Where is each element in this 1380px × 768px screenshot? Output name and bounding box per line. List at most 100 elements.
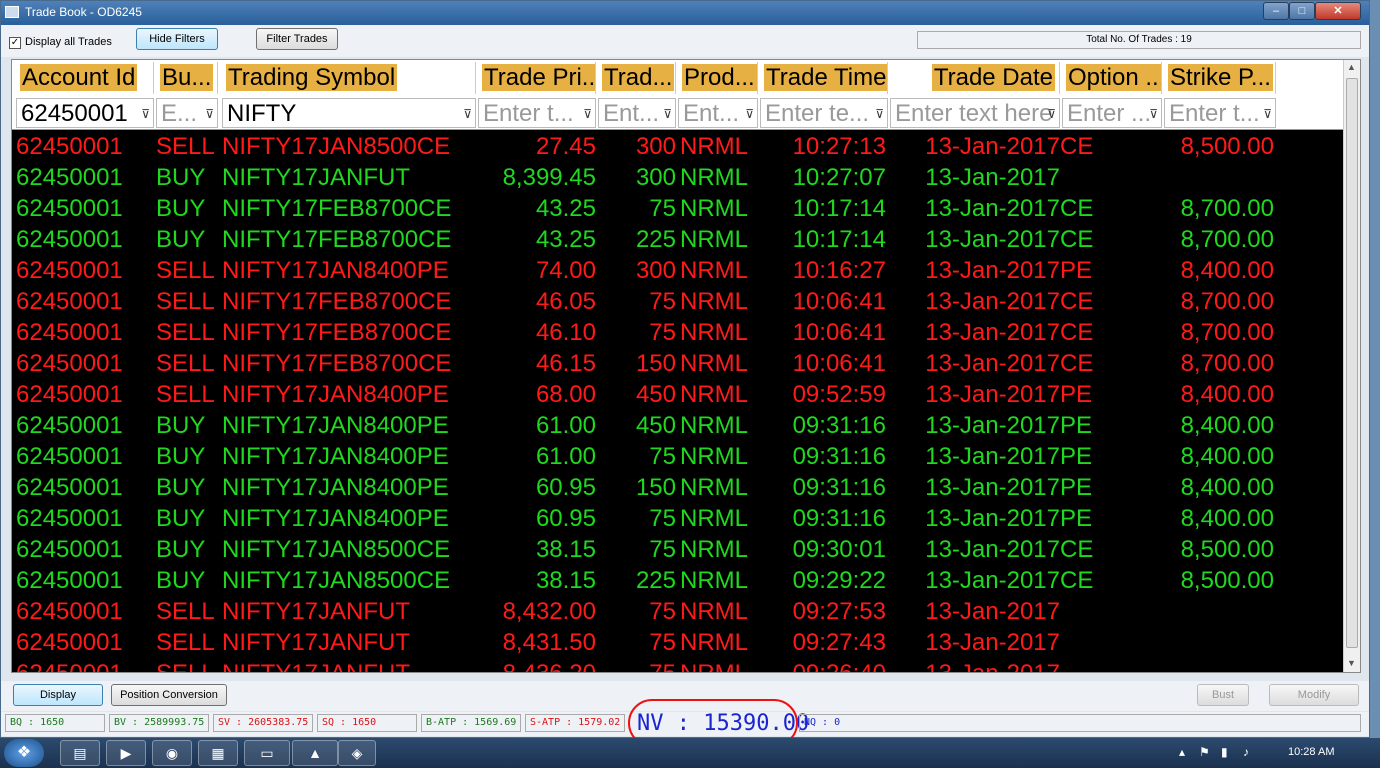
cell-bs: BUY [156, 474, 206, 501]
column-header-price[interactable]: Trade Pri... [478, 62, 596, 94]
media-player-icon[interactable]: ▶ [106, 740, 146, 766]
filter-input-prod[interactable]: Ent... ⊽ [678, 98, 758, 128]
close-button[interactable]: ✕ [1315, 2, 1361, 20]
filter-input-date[interactable]: Enter text here ⊽ [890, 98, 1060, 128]
cell-price: 74.00 [535, 257, 596, 284]
scrollbar-thumb[interactable] [1346, 78, 1358, 648]
table-row[interactable]: 62450001 SELL NIFTY17JAN8400PE 68.00 450 NRML… [12, 379, 1343, 410]
cell-account: 62450001 [16, 474, 123, 501]
volume-icon[interactable]: ♪ [1243, 745, 1249, 759]
cell-bs: SELL [156, 381, 215, 408]
column-header-prod[interactable]: Prod... [678, 62, 758, 94]
table-row[interactable]: 62450001 SELL NIFTY17JANFUT 8,432.00 75 NRML 0… [12, 596, 1343, 627]
cell-date: 13-Jan-2017 [925, 629, 1060, 656]
table-row[interactable]: 62450001 SELL NIFTY17JAN8400PE 74.00 300 NRML… [12, 255, 1343, 286]
cell-qty: 150 [635, 474, 676, 501]
trades-grid[interactable]: Account Id Bu... Trading Symbol Trade Pri..… [11, 59, 1361, 673]
excel-icon[interactable]: ▦ [198, 740, 238, 766]
trading-app-icon[interactable]: ◈ [338, 740, 376, 766]
cell-symbol: NIFTY17JAN8400PE [222, 381, 449, 408]
table-row[interactable]: 62450001 BUY NIFTY17JANFUT 8,399.45 300 NRML 1… [12, 162, 1343, 193]
cell-symbol: NIFTY17JANFUT [222, 629, 411, 656]
chrome-icon[interactable]: ◉ [152, 740, 192, 766]
funnel-icon[interactable]: ⊽ [141, 107, 150, 121]
scroll-up-icon[interactable]: ▲ [1347, 62, 1356, 72]
filter-trades-button[interactable]: Filter Trades [256, 28, 338, 50]
table-row[interactable]: 62450001 BUY NIFTY17JAN8400PE 61.00 450 NRML 0… [12, 410, 1343, 441]
column-header-time[interactable]: Trade Time [760, 62, 888, 94]
triangle-app-icon[interactable]: ▲ [292, 740, 338, 766]
funnel-icon[interactable]: ⊽ [745, 107, 754, 121]
funnel-icon[interactable]: ⊽ [583, 107, 592, 121]
funnel-icon[interactable]: ⊽ [205, 107, 214, 121]
filter-input-price[interactable]: Enter t... ⊽ [478, 98, 596, 128]
signal-bars-icon[interactable]: ▮ [1221, 745, 1228, 759]
table-row[interactable]: 62450001 SELL NIFTY17FEB8700CE 46.15 150 NRML… [12, 348, 1343, 379]
filter-input-opt[interactable]: Enter ... ⊽ [1062, 98, 1162, 128]
funnel-icon[interactable]: ⊽ [1149, 107, 1158, 121]
table-row[interactable]: 62450001 SELL NIFTY17JAN8500CE 27.45 300 NRML… [12, 131, 1343, 162]
bust-button[interactable]: Bust [1197, 684, 1249, 706]
filter-input-time[interactable]: Enter te... ⊽ [760, 98, 888, 128]
cell-time: 09:29:22 [792, 567, 886, 594]
funnel-icon[interactable]: ⊽ [1047, 107, 1056, 121]
cell-prod: NRML [680, 381, 749, 408]
column-header-label: Strike P... [1168, 64, 1273, 91]
column-header-qty[interactable]: Trad... [598, 62, 676, 94]
cell-symbol: NIFTY17JAN8500CE [222, 567, 451, 594]
filter-input-account[interactable]: 62450001 ⊽ [16, 98, 154, 128]
hide-filters-button[interactable]: Hide Filters [136, 28, 218, 50]
column-header-symbol[interactable]: Trading Symbol [222, 62, 476, 94]
column-header-bs[interactable]: Bu... [156, 62, 218, 94]
vertical-scrollbar[interactable]: ▲ ▼ [1343, 60, 1360, 672]
table-row[interactable]: 62450001 BUY NIFTY17JAN8400PE 60.95 75 NRML 09… [12, 503, 1343, 534]
show-hidden-icons-icon[interactable]: ▴ [1179, 745, 1185, 759]
table-row[interactable]: 62450001SELLNIFTY17JANFUT8,436.2075 NRML0… [12, 658, 1343, 672]
scroll-down-icon[interactable]: ▼ [1347, 658, 1356, 668]
cell-qty: 75 [649, 443, 676, 470]
cell-opt: PE [1060, 381, 1093, 408]
table-row[interactable]: 62450001 SELL NIFTY17JANFUT 8,431.50 75 NRML 0… [12, 627, 1343, 658]
status-b-atp: B-ATP : 1569.69 [421, 714, 521, 732]
cell-time: 09:31:16 [792, 505, 886, 532]
table-row[interactable]: 62450001 BUY NIFTY17FEB8700CE 43.25 225 NRML 1… [12, 224, 1343, 255]
filter-input-strike[interactable]: Enter t... ⊽ [1164, 98, 1276, 128]
cell-bs: BUY [156, 536, 206, 563]
cell-strike: 8,400.00 [1180, 412, 1274, 439]
table-row[interactable]: 62450001 BUY NIFTY17JAN8500CE 38.15 75 NRML 09… [12, 534, 1343, 565]
funnel-icon[interactable]: ⊽ [1263, 107, 1272, 121]
display-all-trades-checkbox[interactable]: ✓ [9, 37, 21, 49]
network-flag-icon[interactable]: ⚑ [1199, 745, 1210, 759]
cell-bs: BUY [156, 164, 206, 191]
funnel-icon[interactable]: ⊽ [463, 107, 472, 121]
maximize-button[interactable]: □ [1289, 2, 1315, 20]
minimize-button[interactable]: ‒ [1263, 2, 1289, 20]
table-row[interactable]: 62450001 BUY NIFTY17JAN8500CE 38.15 225 NRML 0… [12, 565, 1343, 596]
position-conversion-button[interactable]: Position Conversion [111, 684, 227, 706]
cell-strike: 8,700.00 [1180, 350, 1274, 377]
column-header-opt[interactable]: Option ... [1062, 62, 1162, 94]
table-row[interactable]: 62450001 BUY NIFTY17JAN8400PE 61.00 75 NRML 09… [12, 441, 1343, 472]
cell-symbol: NIFTY17JAN8400PE [222, 505, 449, 532]
file-explorer-icon[interactable]: ▤ [60, 740, 100, 766]
folder-app-icon[interactable]: ▭ [244, 740, 290, 766]
table-row[interactable]: 62450001 SELL NIFTY17FEB8700CE 46.10 75 NRML 1… [12, 317, 1343, 348]
display-button[interactable]: Display [13, 684, 103, 706]
filter-input-qty[interactable]: Ent... ⊽ [598, 98, 676, 128]
taskbar-clock[interactable]: 10:28 AM [1288, 746, 1334, 758]
table-row[interactable]: 62450001 BUY NIFTY17JAN8400PE 60.95 150 NRML 0… [12, 472, 1343, 503]
column-header-strike[interactable]: Strike P... [1164, 62, 1276, 94]
cell-strike: 8,700.00 [1180, 226, 1274, 253]
column-header-account[interactable]: Account Id [16, 62, 154, 94]
windows-start-icon[interactable]: ❖ [4, 739, 44, 767]
filter-input-symbol[interactable]: NIFTY ⊽ [222, 98, 476, 128]
filter-input-bs[interactable]: E... ⊽ [156, 98, 218, 128]
column-header-date[interactable]: Trade Date [890, 62, 1060, 94]
table-row[interactable]: 62450001 BUY NIFTY17FEB8700CE 43.25 75 NRML 10… [12, 193, 1343, 224]
modify-button[interactable]: Modify [1269, 684, 1359, 706]
funnel-icon[interactable]: ⊽ [663, 107, 672, 121]
cell-time: 10:06:41 [792, 350, 886, 377]
table-row[interactable]: 62450001 SELL NIFTY17FEB8700CE 46.05 75 NRML 1… [12, 286, 1343, 317]
funnel-icon[interactable]: ⊽ [875, 107, 884, 121]
cell-time: 10:06:41 [792, 319, 886, 346]
